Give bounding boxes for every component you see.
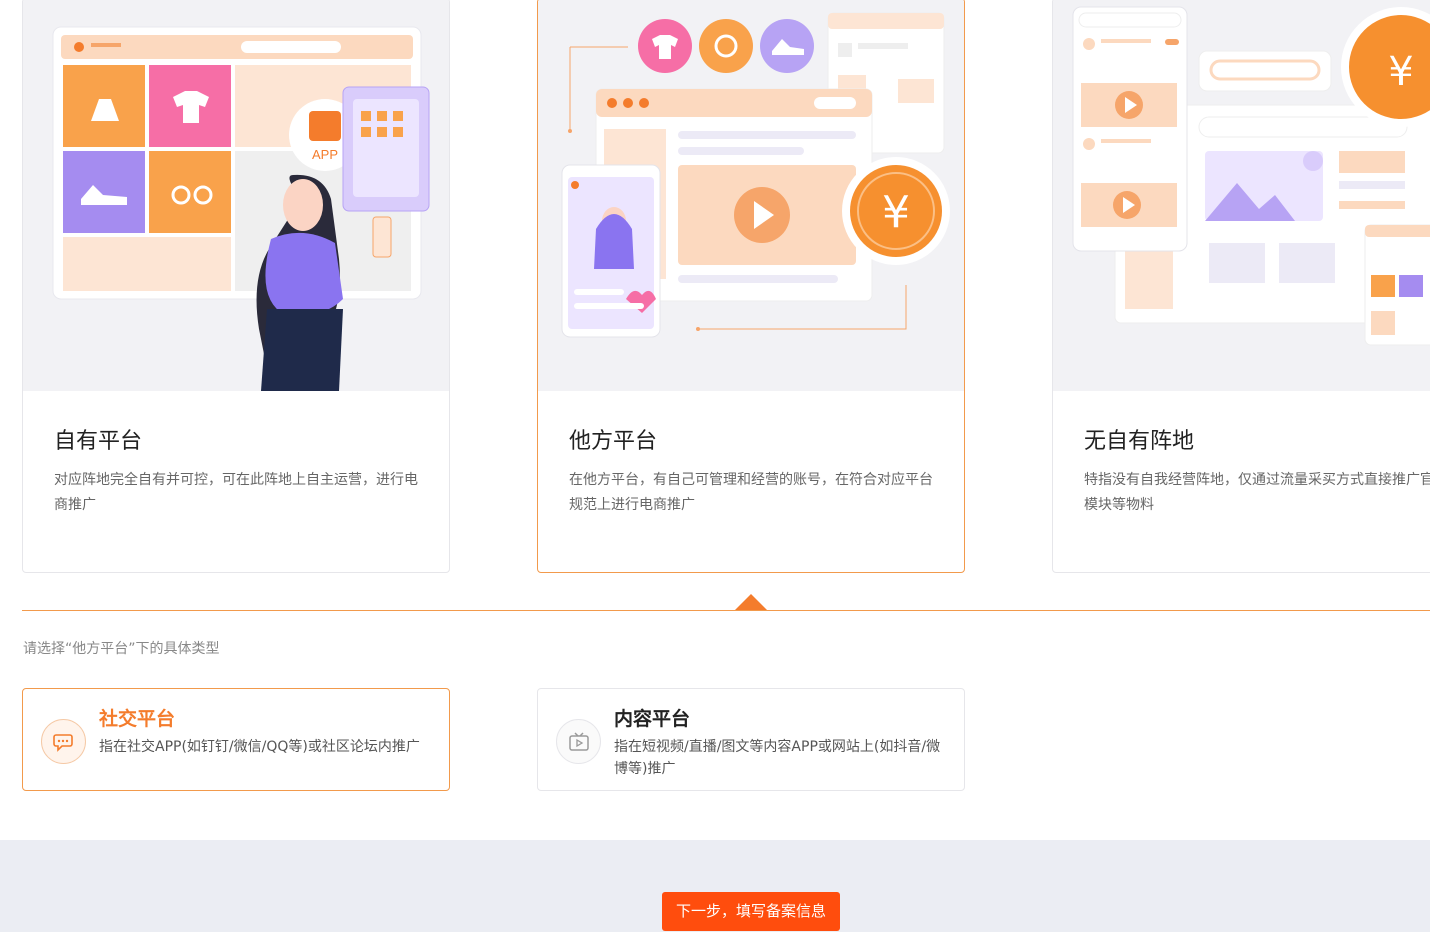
platform-card-no-own[interactable]: ¥ 无自有阵地 特指没有自我经营阵地，仅通过流量采买方式直接推广官方页面/模块等…	[1052, 0, 1430, 573]
card-description: 对应阵地完全自有并可控，可在此阵地上自主运营，进行电商推广	[54, 472, 418, 513]
section-divider	[22, 610, 1430, 611]
no-own-platform-illustration: ¥	[1053, 0, 1430, 391]
next-step-button[interactable]: 下一步，填写备案信息	[662, 892, 840, 931]
subtype-description: 指在短视频/直播/图文等内容APP或网站上(如抖音/微博等)推广	[614, 739, 941, 777]
page: APP 自有平台 对应阵地完全自有并可控，可在此阵地上自主运营，进行电商推广 ¥…	[0, 0, 1430, 932]
subtype-title: 内容平台	[614, 708, 691, 730]
subtype-prompt: 请选择“他方平台”下的具体类型	[23, 641, 220, 657]
card-title: 他方平台	[569, 429, 658, 454]
subtype-option-social[interactable]: 社交平台 指在社交APP(如钉钉/微信/QQ等)或社区论坛内推广	[22, 688, 450, 791]
platform-card-own[interactable]: APP 自有平台 对应阵地完全自有并可控，可在此阵地上自主运营，进行电商推广	[22, 0, 450, 573]
platform-card-third-party[interactable]: ¥ 他方平台 在他方平台，有自己可管理和经营的账号，在符合对应平台规范上进行电商…	[537, 0, 965, 573]
chat-icon	[41, 719, 86, 764]
tv-play-icon	[556, 719, 601, 764]
card-title: 自有平台	[54, 429, 143, 454]
own-platform-illustration: APP	[23, 0, 449, 391]
yen-coin-label: ¥	[882, 187, 910, 238]
subtype-description: 指在社交APP(如钉钉/微信/QQ等)或社区论坛内推广	[99, 739, 420, 755]
card-description: 在他方平台，有自己可管理和经营的账号，在符合对应平台规范上进行电商推广	[569, 472, 933, 513]
card-title: 无自有阵地	[1084, 429, 1195, 454]
subtype-option-content[interactable]: 内容平台 指在短视频/直播/图文等内容APP或网站上(如抖音/微博等)推广	[537, 688, 965, 791]
third-party-platform-illustration: ¥	[538, 0, 964, 391]
selected-indicator-arrow	[735, 594, 767, 610]
yen-bag-label: ¥	[1388, 49, 1413, 95]
app-badge-label: APP	[312, 147, 338, 162]
subtype-title: 社交平台	[99, 708, 176, 730]
card-description: 特指没有自我经营阵地，仅通过流量采买方式直接推广官方页面/模块等物料	[1084, 472, 1430, 513]
